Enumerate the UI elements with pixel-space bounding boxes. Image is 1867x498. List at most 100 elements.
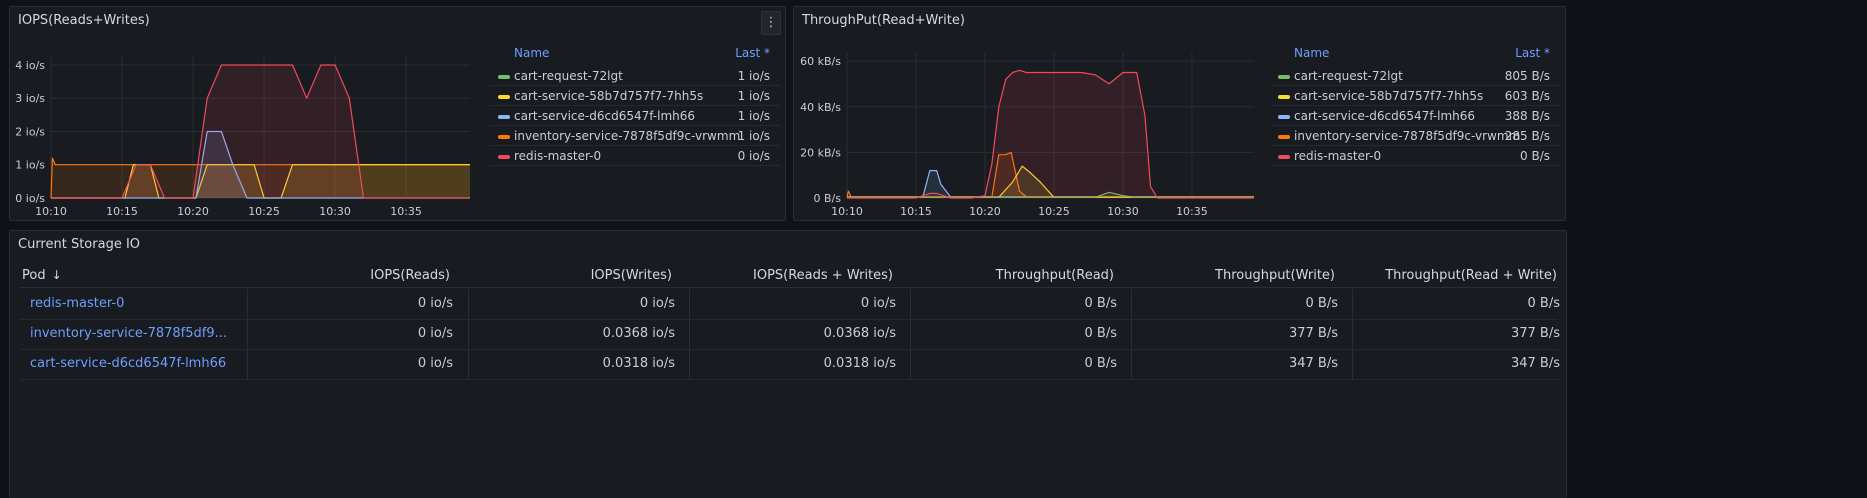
y-tick-label: 20 kB/s bbox=[800, 146, 841, 159]
table-cell: 0.0318 io/s bbox=[602, 356, 675, 371]
pod-link[interactable]: redis-master-0 bbox=[30, 289, 124, 319]
column-divider bbox=[689, 349, 690, 379]
panel-title: IOPS(Reads+Writes) bbox=[18, 13, 150, 28]
y-tick-label: 4 io/s bbox=[15, 59, 45, 72]
legend-last-value: 285 B/s bbox=[1504, 129, 1550, 143]
iops-legend: Name Last * cart-request-72lgt 1 io/s cart… bbox=[490, 42, 780, 166]
legend-swatch bbox=[1278, 115, 1290, 119]
column-header[interactable]: IOPS(Reads) bbox=[370, 268, 450, 283]
x-tick-label: 10:10 bbox=[831, 205, 863, 218]
legend-swatch bbox=[498, 115, 510, 119]
legend-item[interactable]: cart-service-d6cd6547f-lmh66 388 B/s bbox=[1270, 106, 1560, 126]
y-tick-label: 2 io/s bbox=[15, 125, 45, 138]
legend-last-value: 1 io/s bbox=[737, 109, 770, 123]
panel-title: Current Storage IO bbox=[18, 237, 141, 252]
legend-last-header[interactable]: Last * bbox=[735, 46, 770, 60]
legend-last-value: 388 B/s bbox=[1504, 109, 1550, 123]
throughput-chart[interactable]: 0 B/s 20 kB/s 40 kB/s 60 kB/s 10:10 10:15 10:2… bbox=[794, 37, 1270, 221]
legend-series-name: redis-master-0 bbox=[1294, 149, 1382, 163]
legend-header: Name Last * bbox=[1270, 42, 1560, 62]
column-header-label: Pod bbox=[22, 268, 46, 283]
x-tick-label: 10:25 bbox=[248, 205, 280, 218]
legend-swatch bbox=[1278, 135, 1290, 139]
table-cell: 0 io/s bbox=[417, 326, 453, 341]
column-header[interactable]: IOPS(Writes) bbox=[591, 268, 672, 283]
column-header[interactable]: IOPS(Reads + Writes) bbox=[753, 268, 893, 283]
iops-panel: IOPS(Reads+Writes) ⋮ 0 io/s 1 io/s 2 io/s 3… bbox=[9, 6, 786, 221]
column-divider bbox=[1352, 349, 1353, 379]
table-cell: 0 io/s bbox=[860, 296, 896, 311]
legend-item[interactable]: cart-request-72lgt 1 io/s bbox=[490, 66, 780, 86]
pod-link[interactable]: inventory-service-7878f5df9... bbox=[30, 319, 227, 349]
y-tick-label: 40 kB/s bbox=[800, 101, 841, 114]
legend-last-header[interactable]: Last * bbox=[1515, 46, 1550, 60]
column-divider bbox=[1131, 289, 1132, 319]
table-cell: 0 B/s bbox=[1084, 356, 1117, 371]
arrow-down-icon: ↓ bbox=[51, 268, 62, 282]
column-divider bbox=[247, 349, 248, 379]
legend-series-name: inventory-service-7878f5df9c-vrwmm bbox=[1294, 129, 1521, 143]
column-divider bbox=[468, 349, 469, 379]
column-divider bbox=[1352, 289, 1353, 319]
iops-chart[interactable]: 0 io/s 1 io/s 2 io/s 3 io/s 4 io/s 10:10 10:15… bbox=[10, 37, 490, 221]
pod-link[interactable]: cart-service-d6cd6547f-lmh66 bbox=[30, 349, 226, 379]
legend-item[interactable]: inventory-service-7878f5df9c-vrwmm 1 io/s bbox=[490, 126, 780, 146]
legend-last-value: 1 io/s bbox=[737, 129, 770, 143]
legend-item[interactable]: cart-service-d6cd6547f-lmh66 1 io/s bbox=[490, 106, 780, 126]
table-cell: 347 B/s bbox=[1510, 356, 1560, 371]
y-tick-label: 0 B/s bbox=[814, 192, 842, 205]
legend-item[interactable]: redis-master-0 0 B/s bbox=[1270, 146, 1560, 166]
legend-swatch bbox=[498, 155, 510, 159]
table-cell: 0 B/s bbox=[1305, 296, 1338, 311]
column-header-pod[interactable]: Pod ↓ bbox=[22, 268, 62, 283]
column-header[interactable]: Throughput(Read + Write) bbox=[1385, 268, 1557, 283]
table-cell: 0.0318 io/s bbox=[823, 356, 896, 371]
table-header: Pod ↓ IOPS(Reads) IOPS(Writes) IOPS(Reads + … bbox=[20, 265, 1558, 288]
y-tick-label: 3 io/s bbox=[15, 92, 45, 105]
table-row[interactable]: inventory-service-7878f5df9... 0 io/s 0.03… bbox=[20, 319, 1560, 350]
legend-item[interactable]: redis-master-0 0 io/s bbox=[490, 146, 780, 166]
table-cell: 0 B/s bbox=[1084, 326, 1117, 341]
column-divider bbox=[468, 289, 469, 319]
legend-item[interactable]: cart-service-58b7d757f7-7hh5s 603 B/s bbox=[1270, 86, 1560, 106]
x-tick-label: 10:30 bbox=[319, 205, 351, 218]
legend-series-name: cart-service-d6cd6547f-lmh66 bbox=[1294, 109, 1476, 123]
legend-name-header[interactable]: Name bbox=[1294, 46, 1329, 60]
table-cell: 347 B/s bbox=[1288, 356, 1338, 371]
legend-last-value: 603 B/s bbox=[1504, 89, 1550, 103]
column-header[interactable]: Throughput(Read) bbox=[996, 268, 1114, 283]
table-cell: 377 B/s bbox=[1288, 326, 1338, 341]
legend-last-value: 1 io/s bbox=[737, 89, 770, 103]
x-tick-label: 10:25 bbox=[1038, 205, 1070, 218]
throughput-panel: ThroughPut(Read+Write) 0 B/s 20 kB/s 40 kB… bbox=[793, 6, 1566, 221]
table-cell: 0 io/s bbox=[417, 356, 453, 371]
table-cell: 0 B/s bbox=[1084, 296, 1117, 311]
legend-swatch bbox=[498, 95, 510, 99]
panel-title: ThroughPut(Read+Write) bbox=[802, 13, 965, 28]
y-tick-label: 60 kB/s bbox=[800, 55, 841, 68]
table-row[interactable]: cart-service-d6cd6547f-lmh66 0 io/s 0.0318… bbox=[20, 349, 1560, 380]
more-vertical-icon[interactable]: ⋮ bbox=[761, 11, 781, 35]
legend-swatch bbox=[498, 135, 510, 139]
legend-last-value: 0 io/s bbox=[737, 149, 770, 163]
series-area bbox=[847, 70, 1254, 198]
column-divider bbox=[1131, 319, 1132, 349]
table-row[interactable]: redis-master-0 0 io/s 0 io/s 0 io/s 0 B/s 0 B… bbox=[20, 289, 1560, 320]
column-divider bbox=[1352, 319, 1353, 349]
legend-item[interactable]: inventory-service-7878f5df9c-vrwmm 285 B/… bbox=[1270, 126, 1560, 146]
column-divider bbox=[247, 289, 248, 319]
x-tick-label: 10:35 bbox=[390, 205, 422, 218]
legend-name-header[interactable]: Name bbox=[514, 46, 549, 60]
throughput-legend: Name Last * cart-request-72lgt 805 B/s car… bbox=[1270, 42, 1560, 166]
x-tick-label: 10:15 bbox=[900, 205, 932, 218]
legend-item[interactable]: cart-request-72lgt 805 B/s bbox=[1270, 66, 1560, 86]
x-tick-label: 10:15 bbox=[106, 205, 138, 218]
legend-swatch bbox=[1278, 75, 1290, 79]
column-header[interactable]: Throughput(Write) bbox=[1215, 268, 1335, 283]
column-divider bbox=[247, 319, 248, 349]
x-tick-label: 10:35 bbox=[1176, 205, 1208, 218]
table-cell: 0.0368 io/s bbox=[602, 326, 675, 341]
legend-item[interactable]: cart-service-58b7d757f7-7hh5s 1 io/s bbox=[490, 86, 780, 106]
legend-series-name: inventory-service-7878f5df9c-vrwmm bbox=[514, 129, 741, 143]
legend-series-name: cart-request-72lgt bbox=[1294, 69, 1403, 83]
